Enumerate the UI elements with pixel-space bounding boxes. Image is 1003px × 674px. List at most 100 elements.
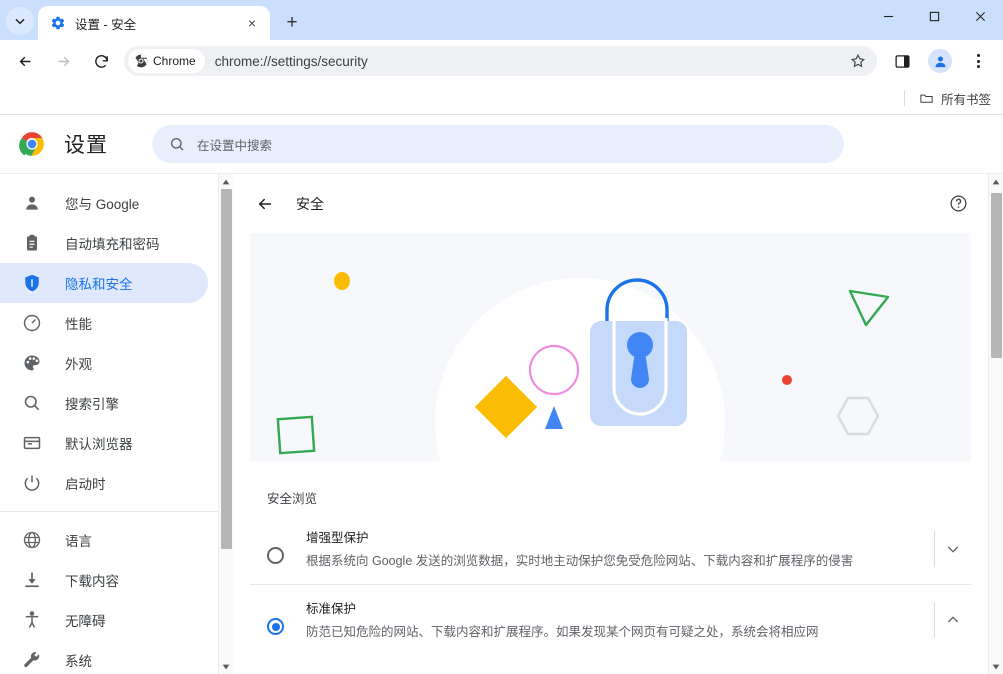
sidebar-item-appearance[interactable]: 外观	[0, 343, 208, 383]
sidebar-item-label: 默认浏览器	[65, 437, 133, 452]
caret-down-icon	[992, 664, 1000, 669]
all-bookmarks-button[interactable]: 所有书签	[915, 86, 995, 111]
collapse-standard-protection-button[interactable]	[935, 612, 971, 628]
settings-content: 安全 安全浏览 增强型保护 根据系统向 Google 发送的浏览数据，实时地主动…	[233, 174, 988, 674]
new-tab-button[interactable]: +	[278, 8, 306, 36]
sidebar-item-autofill-passwords[interactable]: 自动填充和密码	[0, 223, 208, 263]
sidebar-item-you-and-google[interactable]: 您与 Google	[0, 183, 208, 223]
scroll-up-button[interactable]	[219, 174, 233, 189]
close-window-button[interactable]	[957, 0, 1003, 32]
sidebar-item-label: 搜索引擎	[65, 397, 119, 412]
sidebar-item-downloads[interactable]: 下载内容	[0, 560, 208, 600]
sidebar-item-languages[interactable]: 语言	[0, 520, 208, 560]
sidebar-item-on-startup[interactable]: 启动时	[0, 463, 208, 503]
browser-menu-button[interactable]	[963, 46, 993, 76]
security-lock-illustration	[276, 272, 890, 461]
sidebar-item-label: 隐私和安全	[65, 277, 133, 292]
chevron-down-icon	[947, 546, 959, 553]
scroll-down-button[interactable]	[219, 659, 233, 674]
option-standard-protection[interactable]: 标准保护 防范已知危险的网站、下载内容和扩展程序。如果发现某个网页有可疑之处，系…	[250, 584, 971, 655]
sidebar-item-label: 语言	[65, 534, 92, 549]
option-description: 防范已知危险的网站、下载内容和扩展程序。如果发现某个网页有可疑之处，系统会将相应…	[306, 625, 819, 639]
palette-icon	[22, 353, 42, 373]
url-text: chrome://settings/security	[214, 53, 368, 69]
sidebar-scrollbar[interactable]	[218, 174, 233, 674]
main-scrollbar[interactable]	[988, 174, 1003, 674]
star-icon	[850, 53, 866, 68]
settings-header: 设置 在设置中搜索	[0, 115, 1003, 173]
forward-button[interactable]	[48, 46, 78, 76]
bookmark-star-button[interactable]	[845, 48, 871, 74]
chrome-origin-chip: Chrome	[128, 49, 205, 73]
caret-up-icon	[222, 179, 230, 184]
bookmarks-separator	[903, 90, 905, 106]
settings-main-panel: 安全 安全浏览 增强型保护 根据系统向 Google 发送的浏览数据，实时地主动…	[233, 174, 1003, 674]
avatar	[928, 49, 952, 73]
tab-settings-security[interactable]: 设置 - 安全 ×	[38, 6, 270, 40]
sidebar-item-label: 外观	[65, 357, 92, 372]
main-scrollbar-thumb[interactable]	[991, 193, 1002, 358]
safe-browsing-title: 安全浏览	[267, 492, 318, 506]
expand-enhanced-protection-button[interactable]	[935, 541, 971, 557]
sidebar-item-performance[interactable]: 性能	[0, 303, 208, 343]
search-icon	[171, 138, 184, 151]
back-arrow-icon	[258, 198, 271, 209]
scroll-up-button[interactable]	[989, 174, 1003, 189]
radio-enhanced-protection[interactable]	[267, 547, 284, 564]
side-panel-icon	[894, 54, 910, 68]
sidebar-item-search-engine[interactable]: 搜索引擎	[0, 383, 208, 423]
side-panel-button[interactable]	[887, 46, 917, 76]
chevron-up-icon	[947, 616, 959, 623]
settings-search-input[interactable]: 在设置中搜索	[152, 125, 844, 163]
page-back-button[interactable]	[250, 189, 280, 219]
caret-down-icon	[222, 664, 230, 669]
minimize-button[interactable]	[865, 0, 911, 32]
sidebar-item-label: 下载内容	[65, 574, 119, 589]
reload-icon	[94, 54, 108, 68]
download-icon	[22, 570, 42, 590]
option-text: 标准保护 防范已知危险的网站、下载内容和扩展程序。如果发现某个网页有可疑之处，系…	[306, 598, 934, 642]
browser-toolbar: Chrome chrome://settings/security	[0, 40, 1003, 82]
browser-window: 设置 - 安全 × + Chrome chrome://settings/sec…	[0, 0, 1003, 674]
maximize-button[interactable]	[911, 0, 957, 32]
browser-window-icon	[22, 433, 42, 453]
tab-close-button[interactable]: ×	[242, 13, 262, 33]
sidebar-item-label: 您与 Google	[65, 197, 140, 212]
scroll-down-button[interactable]	[989, 659, 1003, 674]
option-text: 增强型保护 根据系统向 Google 发送的浏览数据，实时地主动保护您免受危险网…	[306, 527, 934, 571]
sidebar-item-accessibility[interactable]: 无障碍	[0, 600, 208, 640]
window-controls	[865, 0, 1003, 40]
settings-body: 您与 Google 自动填充和密码 隐私和安全 性能 外观 搜索引擎 默认浏览器…	[0, 173, 1003, 674]
profile-button[interactable]	[925, 46, 955, 76]
caret-up-icon	[992, 179, 1000, 184]
chrome-chip-label: Chrome	[153, 54, 196, 68]
sidebar-item-label: 性能	[65, 317, 92, 332]
help-circle-icon	[950, 195, 966, 212]
chrome-logo	[19, 132, 44, 156]
sidebar-item-default-browser[interactable]: 默认浏览器	[0, 423, 208, 463]
sidebar-item-privacy-security[interactable]: 隐私和安全	[0, 263, 208, 303]
search-icon	[22, 393, 42, 413]
sidebar-item-label: 系统	[65, 654, 92, 669]
sidebar-scrollbar-thumb[interactable]	[221, 189, 232, 549]
sidebar-item-label: 启动时	[65, 477, 106, 492]
tab-search-button[interactable]	[6, 7, 34, 35]
folder-icon	[920, 94, 933, 103]
sidebar-item-label: 无障碍	[65, 614, 106, 629]
help-button[interactable]	[944, 190, 972, 218]
three-dot-menu-icon	[964, 47, 992, 75]
profile-avatar-icon	[935, 56, 945, 67]
speedometer-icon	[22, 313, 42, 333]
sidebar-item-system[interactable]: 系统	[0, 640, 208, 674]
minimize-icon	[883, 15, 893, 17]
back-button[interactable]	[10, 46, 40, 76]
security-page-header: 安全	[233, 174, 988, 233]
radio-standard-protection[interactable]	[267, 618, 284, 635]
security-page-title: 安全	[296, 195, 324, 212]
option-enhanced-protection[interactable]: 增强型保护 根据系统向 Google 发送的浏览数据，实时地主动保护您免受危险网…	[250, 514, 971, 584]
shield-icon	[22, 273, 42, 293]
reload-button[interactable]	[86, 46, 116, 76]
safe-browsing-section: 安全浏览 增强型保护 根据系统向 Google 发送的浏览数据，实时地主动保护您…	[233, 461, 988, 655]
address-bar[interactable]: Chrome chrome://settings/security	[124, 46, 877, 76]
all-bookmarks-label: 所有书签	[940, 92, 991, 107]
